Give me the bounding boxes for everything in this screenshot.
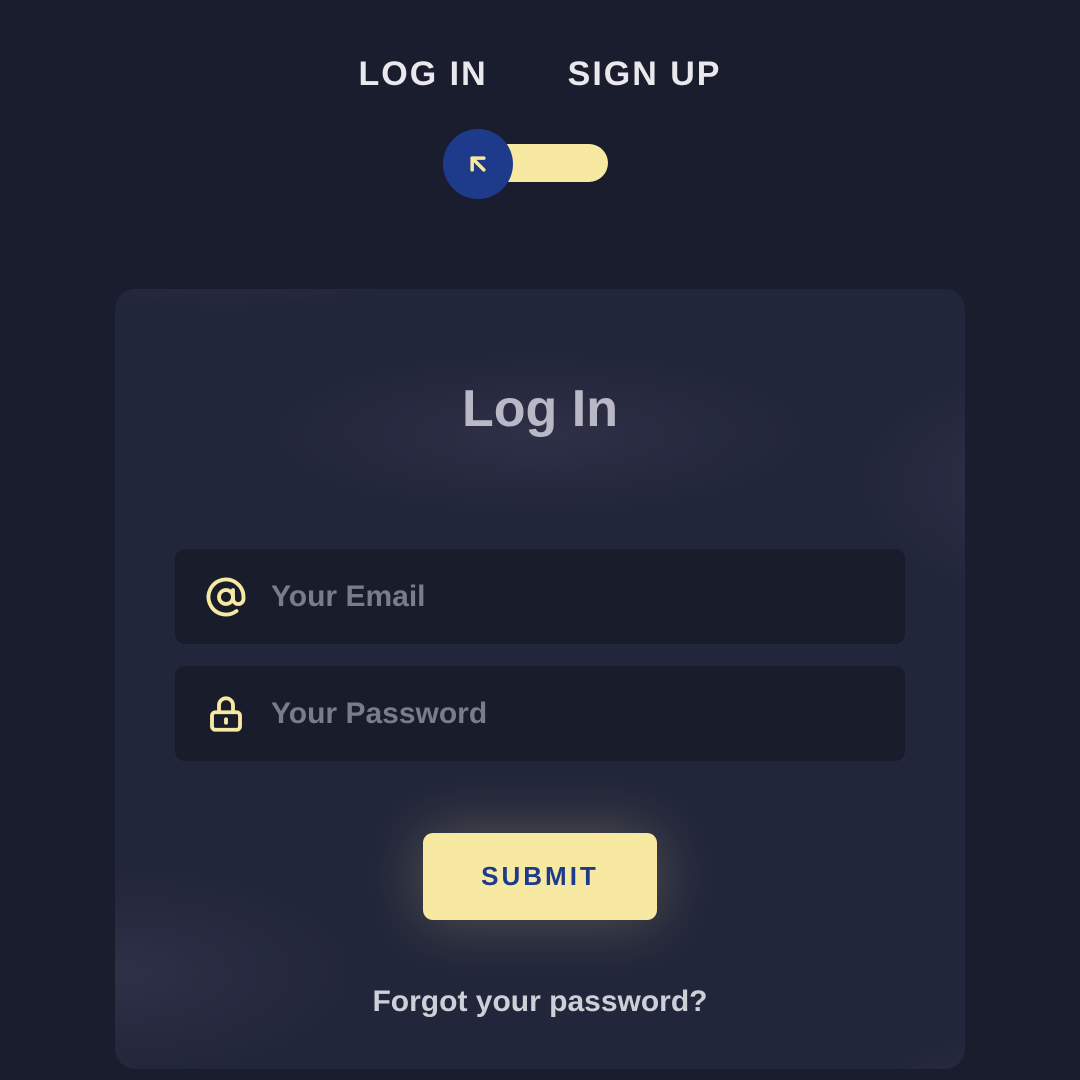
toggle-knob[interactable] (443, 129, 513, 199)
arrow-up-left-icon (464, 150, 492, 178)
email-input[interactable] (271, 580, 875, 614)
lock-icon (205, 693, 247, 735)
forgot-password-link[interactable]: Forgot your password? (175, 985, 905, 1019)
mode-toggle (0, 129, 1080, 199)
password-input[interactable] (271, 697, 875, 731)
card-title: Log In (175, 379, 905, 439)
toggle-track[interactable] (473, 144, 608, 182)
tab-login[interactable]: LOG IN (359, 55, 488, 94)
auth-tabs: LOG IN SIGN UP (0, 0, 1080, 94)
password-field-wrapper (175, 666, 905, 761)
at-sign-icon (205, 576, 247, 618)
email-field-wrapper (175, 549, 905, 644)
submit-button[interactable]: SUBMIT (423, 833, 657, 920)
tab-signup[interactable]: SIGN UP (568, 55, 722, 94)
login-card: Log In SUBMIT Forgot your password? (115, 289, 965, 1069)
